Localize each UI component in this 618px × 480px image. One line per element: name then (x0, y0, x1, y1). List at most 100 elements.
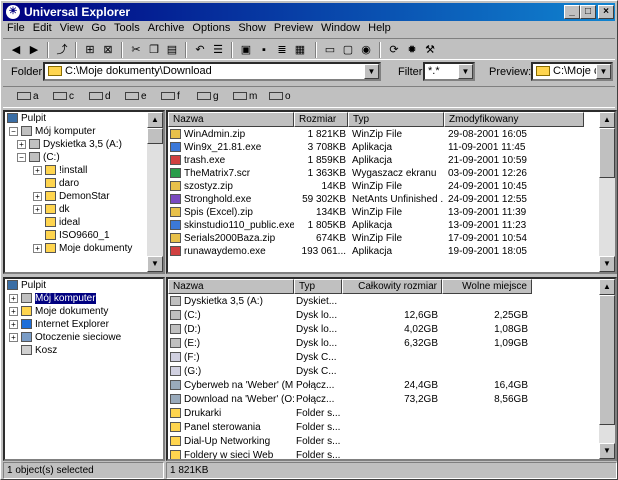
tree-item-documents[interactable]: + Moje dokumenty (9, 305, 108, 318)
disconnect-drive-icon[interactable]: ⊠ (99, 42, 117, 58)
copy-icon[interactable]: ❐ (145, 42, 163, 58)
tree-item-iso[interactable]: ISO9660_1 (45, 229, 110, 242)
scroll-thumb[interactable] (599, 295, 615, 425)
col-header-date[interactable]: Zmodyfikowany (444, 112, 584, 127)
details-view-icon[interactable]: ▦ (291, 42, 309, 58)
map-drive-icon[interactable]: ⊞ (81, 42, 99, 58)
col-header-total[interactable]: Całkowity rozmiar (342, 279, 442, 294)
tree-item-moje-dokumenty[interactable]: + Moje dokumenty (33, 242, 132, 255)
forward-icon[interactable]: ▶ (25, 42, 43, 58)
preview-pane-icon[interactable]: ▢ (339, 42, 357, 58)
scroll-down-icon[interactable]: ▼ (599, 443, 615, 459)
chevron-down-icon[interactable]: ▼ (596, 64, 611, 79)
table-row[interactable]: runawaydemo.exe 193 061... Aplikacja 19-09-… (168, 245, 598, 258)
tree-item-floppy[interactable]: + Dyskietka 3,5 (A:) (17, 138, 122, 151)
drive-d-button[interactable]: d (89, 91, 111, 102)
table-row[interactable]: Stronghold.exe 59 302KB NetAnts Unfinished… (168, 193, 598, 206)
col-header-name[interactable]: Nazwa (168, 279, 294, 294)
col-header-free[interactable]: Wolne miejsce (442, 279, 532, 294)
menu-file[interactable]: File (3, 22, 29, 35)
scroll-up-icon[interactable]: ▲ (147, 112, 163, 128)
menu-go[interactable]: Go (87, 22, 110, 35)
list-item[interactable]: Drukarki Folder s... (168, 407, 598, 420)
drive-m-button[interactable]: m (233, 91, 257, 102)
tree-item-daro[interactable]: daro (45, 177, 79, 190)
scroll-thumb[interactable] (599, 128, 615, 178)
scroll-up-icon[interactable]: ▲ (599, 112, 615, 128)
drive-o-button[interactable]: o (269, 91, 291, 102)
table-row[interactable]: skinstudio110_public.exe 1 805KB Aplikacja… (168, 219, 598, 232)
table-row[interactable]: Spis (Excel).zip 134KB WinZip File 13-09-20… (168, 206, 598, 219)
table-row[interactable]: TheMatrix7.scr 1 363KB Wygaszacz ekranu 03-… (168, 167, 598, 180)
tree-root[interactable]: Pulpit (7, 279, 46, 292)
tree-item-ideal[interactable]: ideal (45, 216, 80, 229)
drive-a-button[interactable]: a (17, 91, 39, 102)
drive-list-scrollbar[interactable]: ▲ ▼ (599, 279, 615, 459)
list-item[interactable]: (D:) Dysk lo... 4,02GB 1,08GB (168, 323, 598, 336)
paste-icon[interactable]: ▤ (163, 42, 181, 58)
filter-combo[interactable]: *.* ▼ (423, 62, 475, 81)
close-button[interactable]: × (598, 5, 614, 19)
tree-root[interactable]: Pulpit (7, 112, 46, 125)
list-view-icon[interactable]: ≣ (273, 42, 291, 58)
undo-icon[interactable]: ↶ (191, 42, 209, 58)
properties-icon[interactable]: ☰ (209, 42, 227, 58)
table-row[interactable]: Win9x_21.81.exe 3 708KB Aplikacja 11-09-200… (168, 141, 598, 154)
list-item[interactable]: (F:) Dysk C... (168, 351, 598, 364)
col-header-name[interactable]: Nazwa (168, 112, 294, 127)
small-icons-icon[interactable]: ▪ (255, 42, 273, 58)
list-item[interactable]: (G:) Dysk C... (168, 365, 598, 378)
preview-combo[interactable]: C:\Moje do ▼ (531, 62, 613, 81)
window-icon[interactable]: ▭ (321, 42, 339, 58)
minimize-button[interactable]: _ (564, 5, 580, 19)
tree-item-my-computer[interactable]: + Mój komputer (9, 292, 96, 305)
scroll-down-icon[interactable]: ▼ (147, 256, 163, 272)
scroll-thumb[interactable] (147, 128, 163, 144)
menu-archive[interactable]: Archive (144, 22, 189, 35)
list-item[interactable]: (E:) Dysk lo... 6,32GB 1,09GB (168, 337, 598, 350)
list-item[interactable]: Foldery w sieci Web Folder s... (168, 449, 598, 459)
settings-icon[interactable]: ✹ (403, 42, 421, 58)
back-icon[interactable]: ◀ (7, 42, 25, 58)
menu-options[interactable]: Options (188, 22, 234, 35)
list-item[interactable]: Dyskietka 3,5 (A:) Dyskiet... (168, 295, 598, 308)
maximize-button[interactable]: □ (580, 5, 596, 19)
refresh-icon[interactable]: ⟳ (385, 42, 403, 58)
drive-c-button[interactable]: c (53, 91, 74, 102)
tree-item-demonstar[interactable]: + DemonStar (33, 190, 110, 203)
menu-preview[interactable]: Preview (270, 22, 317, 35)
col-header-size[interactable]: Rozmiar (294, 112, 348, 127)
tree-item-my-computer[interactable]: − Mój komputer (9, 125, 96, 138)
folder-combo[interactable]: C:\Moje dokumenty\Download ▼ (43, 62, 381, 81)
drive-f-button[interactable]: f (161, 91, 180, 102)
table-row[interactable]: trash.exe 1 859KB Aplikacja 21-09-2001 10:5… (168, 154, 598, 167)
chevron-down-icon[interactable]: ▼ (458, 64, 473, 79)
cut-icon[interactable]: ✂ (127, 42, 145, 58)
tree-item-dk[interactable]: + dk (33, 203, 70, 216)
drive-g-button[interactable]: g (197, 91, 219, 102)
menu-show[interactable]: Show (234, 22, 270, 35)
tree-item-trash[interactable]: Kosz (21, 344, 57, 357)
menu-help[interactable]: Help (364, 22, 395, 35)
col-header-type[interactable]: Typ (294, 279, 342, 294)
table-row[interactable]: Serials2000Baza.zip 674KB WinZip File 17-09… (168, 232, 598, 245)
up-folder-icon[interactable]: ⤴ (53, 42, 71, 58)
menu-window[interactable]: Window (317, 22, 364, 35)
list-item[interactable]: Cyberweb na 'Weber' (M:) Połącz... 24,4GB 1… (168, 379, 598, 392)
title-bar[interactable]: ☀ Universal Explorer _ □ × (3, 3, 615, 21)
scroll-up-icon[interactable]: ▲ (599, 279, 615, 295)
col-header-type[interactable]: Typ (348, 112, 444, 127)
menu-edit[interactable]: Edit (29, 22, 56, 35)
menu-tools[interactable]: Tools (110, 22, 144, 35)
list-item[interactable]: Download na 'Weber' (O:) Połącz... 73,2GB 8… (168, 393, 598, 406)
tree-item-install[interactable]: + !install (33, 164, 87, 177)
scroll-down-icon[interactable]: ▼ (599, 256, 615, 272)
list-item[interactable]: Panel sterowania Folder s... (168, 421, 598, 434)
drive-e-button[interactable]: e (125, 91, 147, 102)
file-list-scrollbar[interactable]: ▲ ▼ (599, 112, 615, 272)
tree-item-ie[interactable]: + Internet Explorer (9, 318, 109, 331)
menu-view[interactable]: View (56, 22, 88, 35)
table-row[interactable]: WinAdmin.zip 1 821KB WinZip File 29-08-2001… (168, 128, 598, 141)
tree-item-network[interactable]: + Otoczenie sieciowe (9, 331, 121, 344)
list-item[interactable]: (C:) Dysk lo... 12,6GB 2,25GB (168, 309, 598, 322)
